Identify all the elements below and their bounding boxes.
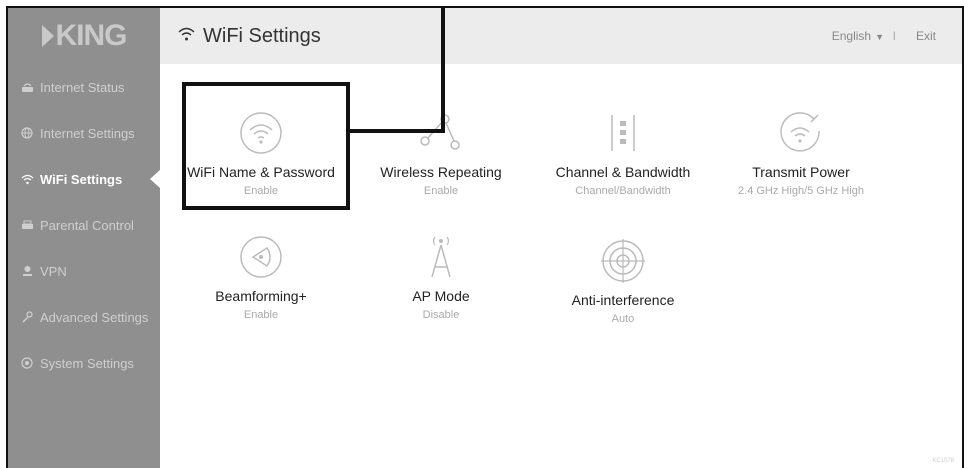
exit-link[interactable]: Exit	[916, 29, 936, 43]
settings-icon	[20, 356, 34, 370]
tile-label: Beamforming+	[215, 288, 307, 304]
sidebar-item-label: System Settings	[40, 355, 134, 371]
target-icon	[538, 236, 708, 286]
chevron-down-icon: ▼	[875, 32, 884, 42]
tile-label: Transmit Power	[752, 164, 850, 180]
figure-code: KC1078	[932, 458, 954, 464]
sidebar-item-label: Internet Settings	[40, 125, 135, 141]
wifi-icon	[20, 172, 34, 186]
tile-label: Wireless Repeating	[380, 164, 502, 180]
tile-beamforming[interactable]: Beamforming+ Enable	[176, 232, 346, 321]
wrench-icon	[20, 310, 34, 324]
tile-label: Channel & Bandwidth	[555, 164, 691, 180]
tile-transmit-power[interactable]: Transmit Power 2.4 GHz High/5 GHz High	[716, 108, 886, 197]
parental-icon	[20, 218, 34, 232]
tile-status: Auto	[611, 313, 635, 325]
sidebar: KING Internet Status Internet Settings W…	[8, 8, 160, 468]
tile-status: Enable	[423, 185, 459, 197]
callout-line	[350, 129, 445, 133]
king-logo: KING	[8, 8, 160, 64]
channel-icon	[538, 108, 708, 158]
beamforming-icon	[176, 232, 346, 282]
router-admin-window: KING Internet Status Internet Settings W…	[6, 6, 964, 468]
sidebar-item-label: Advanced Settings	[40, 309, 149, 325]
page-title: WiFi Settings	[178, 25, 321, 48]
sidebar-item-wifi-settings[interactable]: WiFi Settings	[8, 156, 160, 202]
callout-line	[441, 8, 445, 132]
highlight-box	[182, 82, 350, 210]
sidebar-item-label: Internet Status	[40, 79, 125, 95]
sidebar-item-label: WiFi Settings	[40, 171, 123, 187]
globe-icon	[20, 126, 34, 140]
page-title-text: WiFi Settings	[203, 24, 321, 47]
logo-arrow-icon	[41, 25, 54, 47]
page-header: WiFi Settings English ▼ I Exit	[160, 8, 962, 64]
sidebar-item-vpn[interactable]: VPN	[8, 248, 160, 294]
tile-status: Enable	[243, 309, 279, 321]
router-icon	[20, 80, 34, 94]
sidebar-item-advanced-settings[interactable]: Advanced Settings	[8, 294, 160, 340]
tile-anti-interference[interactable]: Anti-interference Auto	[538, 236, 708, 325]
language-select[interactable]: English ▼	[832, 29, 884, 43]
tile-channel-bandwidth[interactable]: Channel & Bandwidth Channel/Bandwidth	[538, 108, 708, 197]
sidebar-item-internet-status[interactable]: Internet Status	[8, 64, 160, 110]
tile-status: Disable	[422, 309, 460, 321]
sidebar-item-label: Parental Control	[40, 217, 134, 233]
vpn-icon	[20, 264, 34, 278]
sidebar-item-system-settings[interactable]: System Settings	[8, 340, 160, 386]
sidebar-item-label: VPN	[40, 263, 67, 279]
tile-status: Channel/Bandwidth	[575, 185, 671, 197]
transmit-power-icon	[716, 108, 886, 158]
tile-label: AP Mode	[412, 288, 470, 304]
sidebar-item-parental-control[interactable]: Parental Control	[8, 202, 160, 248]
logo-text: KING	[55, 19, 128, 52]
tile-label: Anti-interference	[571, 292, 675, 308]
language-value: English	[831, 29, 872, 43]
tile-ap-mode[interactable]: AP Mode Disable	[356, 232, 526, 321]
tile-status: 2.4 GHz High/5 GHz High	[738, 185, 864, 197]
header-separator: I	[892, 29, 896, 43]
wifi-icon	[178, 26, 195, 46]
antenna-icon	[356, 232, 526, 282]
sidebar-item-internet-settings[interactable]: Internet Settings	[8, 110, 160, 156]
